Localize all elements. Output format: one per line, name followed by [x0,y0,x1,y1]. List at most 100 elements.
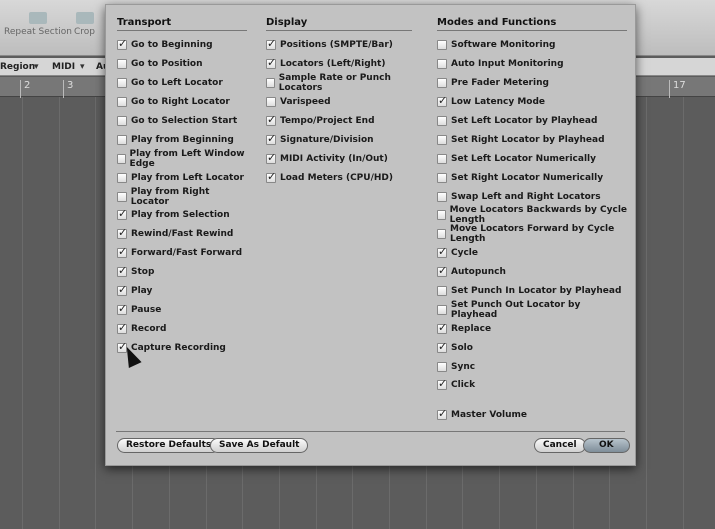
checkbox-item[interactable]: Click [437,376,627,395]
checkbox-item[interactable]: Replace [437,319,627,338]
checkbox[interactable] [437,407,447,421]
checkbox-item[interactable]: Move Locators Forward by Cycle Length [437,224,627,244]
checkbox[interactable] [266,37,276,51]
checkbox[interactable] [437,59,447,70]
checkbox[interactable] [437,134,447,145]
checkbox-item[interactable]: Autopunch [437,263,627,282]
checkbox[interactable] [117,226,127,240]
checkbox-item[interactable]: Set Right Locator Numerically [437,168,627,187]
checkbox[interactable] [437,245,447,259]
save-as-default-button[interactable]: Save As Default [210,438,309,453]
checkbox[interactable] [117,97,127,108]
checkbox-item[interactable]: Set Left Locator by Playhead [437,112,627,131]
checkbox-item[interactable]: Locators (Left/Right) [266,55,412,74]
checkbox-label: Play from Left Locator [131,172,244,183]
checkbox-item[interactable]: Sync [437,357,627,376]
checkbox[interactable] [266,78,275,89]
cancel-button[interactable]: Cancel [534,438,586,453]
checkbox[interactable] [117,116,127,126]
checkbox-item[interactable]: Play from Right Locator [117,187,247,207]
checkbox-item[interactable]: Set Right Locator by Playhead [437,130,627,149]
menu-midi[interactable]: MIDI [52,62,75,72]
checkbox[interactable] [437,286,447,297]
checkbox[interactable] [437,40,447,51]
checkbox[interactable] [437,94,447,108]
checkbox[interactable] [437,229,446,240]
menu-region[interactable]: Region [0,62,35,72]
checkbox-item[interactable]: MIDI Activity (In/Out) [266,149,412,168]
checkbox[interactable] [437,361,447,372]
checkbox[interactable] [437,210,446,221]
checkbox[interactable] [437,264,447,278]
checkbox-item[interactable]: Go to Beginning [117,36,247,55]
checkbox[interactable] [437,116,447,126]
checkbox-item[interactable]: Rewind/Fast Rewind [117,225,247,244]
checkbox-item[interactable]: Set Punch Out Locator by Playhead [437,300,627,320]
checkbox-item[interactable]: Go to Left Locator [117,74,247,93]
checkbox-item[interactable]: Positions (SMPTE/Bar) [266,36,412,55]
checkbox-item[interactable]: Solo [437,338,627,357]
checkbox-item[interactable]: Swap Left and Right Locators [437,187,627,206]
checkbox[interactable] [437,377,447,391]
checkbox-item[interactable]: Pause [117,300,247,319]
restore-defaults-button[interactable]: Restore Defaults [117,438,221,453]
checkbox-item[interactable]: Play from Left Window Edge [117,149,247,169]
checkbox[interactable] [437,321,447,334]
checkbox-item[interactable]: Tempo/Project End [266,112,412,131]
checkbox-item[interactable]: Auto Input Monitoring [437,55,627,74]
checkbox[interactable] [117,153,126,164]
checkbox[interactable] [437,78,447,89]
checkbox[interactable] [117,264,127,278]
checkbox-item[interactable]: Software Monitoring [437,36,627,55]
checkbox-item[interactable]: Play from Beginning [117,130,247,149]
checkbox[interactable] [266,113,276,126]
checkbox[interactable] [266,170,276,183]
checkbox-item[interactable]: Play [117,282,247,301]
ok-button[interactable]: OK [583,438,630,453]
checkbox-item[interactable]: Play from Left Locator [117,168,247,187]
checkbox-item[interactable]: Low Latency Mode [437,93,627,112]
checkbox[interactable] [117,59,127,70]
checkbox[interactable] [117,245,127,259]
checkbox-item[interactable]: Sample Rate or Punch Locators [266,73,412,93]
checkbox[interactable] [117,302,127,315]
checkbox[interactable] [437,153,447,164]
checkbox-item[interactable]: Go to Selection Start [117,112,247,131]
checkbox-item[interactable]: Cycle [437,244,627,263]
checkbox[interactable] [437,340,447,353]
checkbox[interactable] [117,207,127,221]
checkbox[interactable] [117,37,127,51]
checkbox[interactable] [117,172,127,183]
checkbox[interactable] [117,134,127,145]
checkbox-label: Solo [451,342,473,353]
checkbox[interactable] [266,151,276,164]
repeat-section-button[interactable]: Repeat Section [4,12,72,37]
checkbox-item[interactable]: Master Volume [437,406,527,425]
checkbox-item[interactable]: Forward/Fast Forward [117,244,247,263]
checkbox-item[interactable]: Stop [117,263,247,282]
checkbox-item[interactable]: Go to Right Locator [117,93,247,112]
checkbox-item[interactable]: Set Punch In Locator by Playhead [437,282,627,301]
checkbox-item[interactable]: Go to Position [117,55,247,74]
checkbox[interactable] [266,97,276,108]
checkbox[interactable] [117,283,127,297]
checkbox[interactable] [117,191,127,202]
checkbox-item[interactable]: Pre Fader Metering [437,74,627,93]
checkbox[interactable] [437,304,447,315]
crop-button[interactable]: Crop [74,12,95,37]
checkbox-item[interactable]: Play from Selection [117,206,247,225]
checkbox[interactable] [117,78,127,89]
checkbox[interactable] [266,56,276,70]
checkbox-label: MIDI Activity (In/Out) [280,153,388,164]
checkbox[interactable] [117,321,127,334]
checkbox-item[interactable]: Move Locators Backwards by Cycle Length [437,205,627,225]
checkbox-item[interactable]: Signature/Division [266,130,412,149]
checkbox-item[interactable]: Set Left Locator Numerically [437,149,627,168]
checkbox-item[interactable]: Load Meters (CPU/HD) [266,168,412,187]
checkbox[interactable] [437,172,447,183]
checkbox-item[interactable]: Record [117,319,247,338]
checkbox[interactable] [437,191,447,202]
checkbox-label: Tempo/Project End [280,116,375,126]
checkbox[interactable] [266,132,276,145]
checkbox-item[interactable]: Varispeed [266,93,412,112]
